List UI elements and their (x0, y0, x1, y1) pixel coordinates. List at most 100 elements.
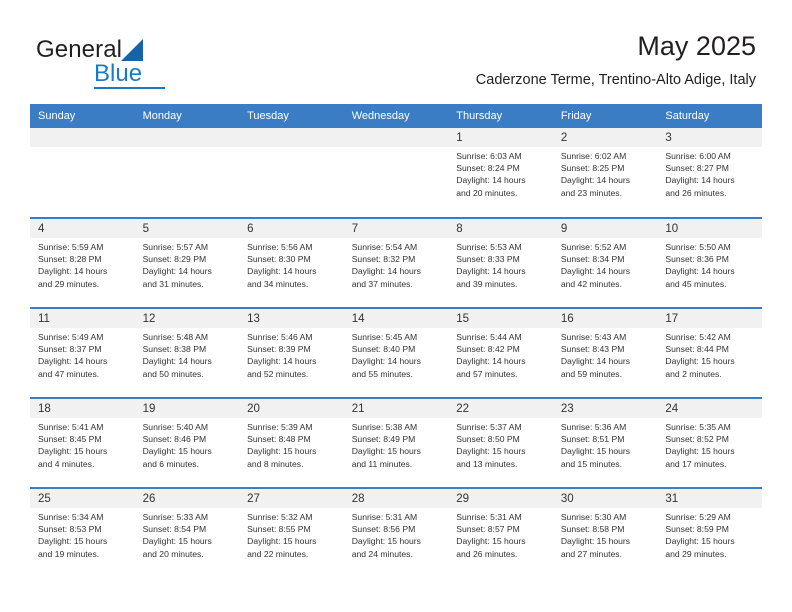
day-sun-info: Sunrise: 5:41 AM Sunset: 8:45 PM Daylight:… (30, 418, 135, 470)
calendar-day-cell[interactable]: 5 Sunrise: 5:57 AM Sunset: 8:29 PM Daylight… (134, 217, 240, 308)
sunset-time: Sunset: 8:58 PM (560, 524, 625, 535)
calendar-day-cell[interactable]: 24 Sunrise: 5:35 AM Sunset: 8:52 PM Dayligh… (657, 397, 762, 488)
weekday-header-tuesday: Tuesday (239, 104, 344, 128)
calendar-day-cell[interactable]: 29 Sunrise: 5:31 AM Sunset: 8:57 PM Dayligh… (448, 487, 553, 578)
day-sun-info: Sunrise: 5:29 AM Sunset: 8:59 PM Daylight:… (657, 508, 762, 560)
sunset-time: Sunset: 8:29 PM (142, 254, 207, 265)
day-cell-content: 31 Sunrise: 5:29 AM Sunset: 8:59 PM Dayligh… (657, 489, 762, 578)
day-sun-info: Sunrise: 5:57 AM Sunset: 8:29 PM Daylight:… (135, 238, 240, 290)
day-sun-info: Sunrise: 5:49 AM Sunset: 8:37 PM Daylight:… (30, 328, 135, 380)
calendar-day-cell[interactable]: 22 Sunrise: 5:37 AM Sunset: 8:50 PM Dayligh… (448, 397, 553, 488)
sunrise-time: Sunrise: 5:46 AM (247, 332, 313, 342)
day-number: 20 (239, 399, 344, 418)
sunset-time: Sunset: 8:48 PM (247, 434, 311, 445)
sunrise-time: Sunrise: 5:48 AM (142, 332, 209, 342)
daylight-duration-line1: Daylight: 15 hours (142, 536, 212, 547)
day-number: 8 (448, 219, 553, 238)
day-number: 11 (30, 309, 135, 328)
sunset-time: Sunset: 8:39 PM (247, 344, 311, 355)
calendar-day-cell[interactable]: 10 Sunrise: 5:50 AM Sunset: 8:36 PM Dayligh… (657, 217, 762, 308)
sunrise-time: Sunrise: 5:40 AM (142, 422, 209, 432)
calendar-day-cell (239, 128, 344, 218)
daylight-duration-line2: and 50 minutes. (142, 368, 204, 379)
logo-triangle-icon (121, 39, 143, 61)
daylight-duration-line1: Daylight: 15 hours (456, 446, 526, 457)
calendar-day-cell[interactable]: 21 Sunrise: 5:38 AM Sunset: 8:49 PM Dayligh… (343, 397, 449, 488)
day-cell-content: 19 Sunrise: 5:40 AM Sunset: 8:46 PM Dayligh… (134, 399, 240, 487)
calendar-day-cell[interactable]: 16 Sunrise: 5:43 AM Sunset: 8:43 PM Dayligh… (552, 307, 658, 398)
calendar-body: 1 Sunrise: 6:03 AM Sunset: 8:24 PM Daylight… (30, 128, 762, 578)
calendar-day-cell[interactable]: 11 Sunrise: 5:49 AM Sunset: 8:37 PM Dayligh… (30, 307, 135, 398)
calendar-day-cell[interactable]: 4 Sunrise: 5:59 AM Sunset: 8:28 PM Daylight… (30, 217, 135, 308)
general-blue-logo[interactable]: General Blue (36, 36, 276, 92)
daylight-duration-line1: Daylight: 14 hours (456, 266, 526, 277)
sunrise-time: Sunrise: 5:57 AM (142, 242, 209, 252)
sunset-time: Sunset: 8:54 PM (142, 524, 207, 535)
day-cell-content: 28 Sunrise: 5:31 AM Sunset: 8:56 PM Dayligh… (343, 489, 449, 578)
calendar-day-cell[interactable]: 15 Sunrise: 5:44 AM Sunset: 8:42 PM Dayligh… (448, 307, 553, 398)
day-sun-info: Sunrise: 5:31 AM Sunset: 8:57 PM Daylight:… (448, 508, 553, 560)
calendar-day-cell[interactable]: 20 Sunrise: 5:39 AM Sunset: 8:48 PM Dayligh… (239, 397, 344, 488)
calendar-day-cell[interactable]: 2 Sunrise: 6:02 AM Sunset: 8:25 PM Daylight… (552, 128, 658, 218)
calendar-day-cell[interactable]: 12 Sunrise: 5:48 AM Sunset: 8:38 PM Dayligh… (134, 307, 240, 398)
sunrise-time: Sunrise: 5:52 AM (560, 242, 627, 252)
calendar-day-cell[interactable]: 7 Sunrise: 5:54 AM Sunset: 8:32 PM Daylight… (343, 217, 449, 308)
calendar-day-cell[interactable]: 1 Sunrise: 6:03 AM Sunset: 8:24 PM Daylight… (448, 128, 553, 218)
calendar-day-cell[interactable]: 8 Sunrise: 5:53 AM Sunset: 8:33 PM Daylight… (448, 217, 553, 308)
calendar-day-cell[interactable]: 14 Sunrise: 5:45 AM Sunset: 8:40 PM Dayligh… (343, 307, 449, 398)
calendar-day-cell[interactable]: 30 Sunrise: 5:30 AM Sunset: 8:58 PM Dayligh… (552, 487, 658, 578)
day-sun-info: Sunrise: 5:37 AM Sunset: 8:50 PM Daylight:… (448, 418, 553, 470)
calendar-day-cell[interactable]: 31 Sunrise: 5:29 AM Sunset: 8:59 PM Dayligh… (657, 487, 762, 578)
day-number: 10 (657, 219, 762, 238)
calendar-week-row: 4 Sunrise: 5:59 AM Sunset: 8:28 PM Daylight… (30, 217, 762, 308)
sunrise-time: Sunrise: 5:56 AM (247, 242, 313, 252)
daylight-duration-line1: Daylight: 15 hours (665, 536, 735, 547)
daylight-duration-line2: and 15 minutes. (560, 458, 622, 469)
calendar-day-cell[interactable]: 18 Sunrise: 5:41 AM Sunset: 8:45 PM Dayligh… (30, 397, 135, 488)
calendar-day-cell[interactable]: 17 Sunrise: 5:42 AM Sunset: 8:44 PM Dayligh… (657, 307, 762, 398)
daylight-duration-line2: and 47 minutes. (38, 368, 100, 379)
page-title: May 2025 (637, 31, 756, 61)
day-cell-content: 18 Sunrise: 5:41 AM Sunset: 8:45 PM Dayligh… (30, 399, 135, 487)
day-number: 30 (552, 489, 658, 508)
calendar-day-cell[interactable]: 26 Sunrise: 5:33 AM Sunset: 8:54 PM Dayligh… (134, 487, 240, 578)
day-cell-content (134, 128, 240, 217)
daylight-duration-line1: Daylight: 14 hours (247, 266, 317, 277)
calendar-day-cell[interactable]: 13 Sunrise: 5:46 AM Sunset: 8:39 PM Dayligh… (239, 307, 344, 398)
daylight-duration-line2: and 26 minutes. (665, 187, 727, 198)
day-sun-info: Sunrise: 6:03 AM Sunset: 8:24 PM Daylight:… (448, 147, 553, 199)
daylight-duration-line1: Daylight: 15 hours (351, 446, 421, 457)
daylight-duration-line2: and 45 minutes. (665, 278, 727, 289)
calendar-day-cell[interactable]: 28 Sunrise: 5:31 AM Sunset: 8:56 PM Dayligh… (343, 487, 449, 578)
title-block: May 2025 Caderzone Terme, Trentino-Alto … (476, 30, 756, 89)
calendar-week-row: 11 Sunrise: 5:49 AM Sunset: 8:37 PM Dayligh… (30, 307, 762, 398)
day-cell-content: 8 Sunrise: 5:53 AM Sunset: 8:33 PM Daylight… (448, 219, 553, 307)
calendar-day-cell[interactable]: 9 Sunrise: 5:52 AM Sunset: 8:34 PM Daylight… (552, 217, 658, 308)
sunset-time: Sunset: 8:32 PM (351, 254, 416, 265)
calendar-day-cell[interactable]: 6 Sunrise: 5:56 AM Sunset: 8:30 PM Daylight… (239, 217, 344, 308)
sunrise-time: Sunrise: 5:45 AM (351, 332, 418, 342)
calendar-day-cell[interactable]: 3 Sunrise: 6:00 AM Sunset: 8:27 PM Daylight… (657, 128, 762, 218)
daylight-duration-line2: and 27 minutes. (560, 548, 622, 559)
calendar-day-cell[interactable]: 19 Sunrise: 5:40 AM Sunset: 8:46 PM Dayligh… (134, 397, 240, 488)
day-number: 24 (657, 399, 762, 418)
daylight-duration-line2: and 42 minutes. (560, 278, 622, 289)
calendar-day-cell[interactable]: 25 Sunrise: 5:34 AM Sunset: 8:53 PM Dayligh… (30, 487, 135, 578)
daylight-duration-line2: and 23 minutes. (560, 187, 622, 198)
sunrise-time: Sunrise: 5:53 AM (456, 242, 522, 252)
day-sun-info: Sunrise: 5:36 AM Sunset: 8:51 PM Daylight:… (553, 418, 658, 470)
day-cell-content: 4 Sunrise: 5:59 AM Sunset: 8:28 PM Daylight… (30, 219, 135, 307)
day-sun-info: Sunrise: 5:30 AM Sunset: 8:58 PM Daylight:… (553, 508, 658, 560)
calendar-day-cell[interactable]: 23 Sunrise: 5:36 AM Sunset: 8:51 PM Dayligh… (552, 397, 658, 488)
day-number: 23 (552, 399, 658, 418)
sunrise-time: Sunrise: 5:42 AM (665, 332, 731, 342)
sunrise-time: Sunrise: 5:39 AM (247, 422, 313, 432)
day-cell-content: 13 Sunrise: 5:46 AM Sunset: 8:39 PM Dayligh… (239, 309, 344, 397)
calendar-day-cell[interactable]: 27 Sunrise: 5:32 AM Sunset: 8:55 PM Dayligh… (239, 487, 344, 578)
day-cell-content (239, 128, 344, 217)
sunrise-time: Sunrise: 5:43 AM (560, 332, 627, 342)
daylight-duration-line2: and 6 minutes. (142, 458, 199, 469)
daylight-duration-line2: and 37 minutes. (351, 278, 413, 289)
day-cell-content: 3 Sunrise: 6:00 AM Sunset: 8:27 PM Daylight… (657, 128, 762, 217)
day-number: 27 (239, 489, 344, 508)
